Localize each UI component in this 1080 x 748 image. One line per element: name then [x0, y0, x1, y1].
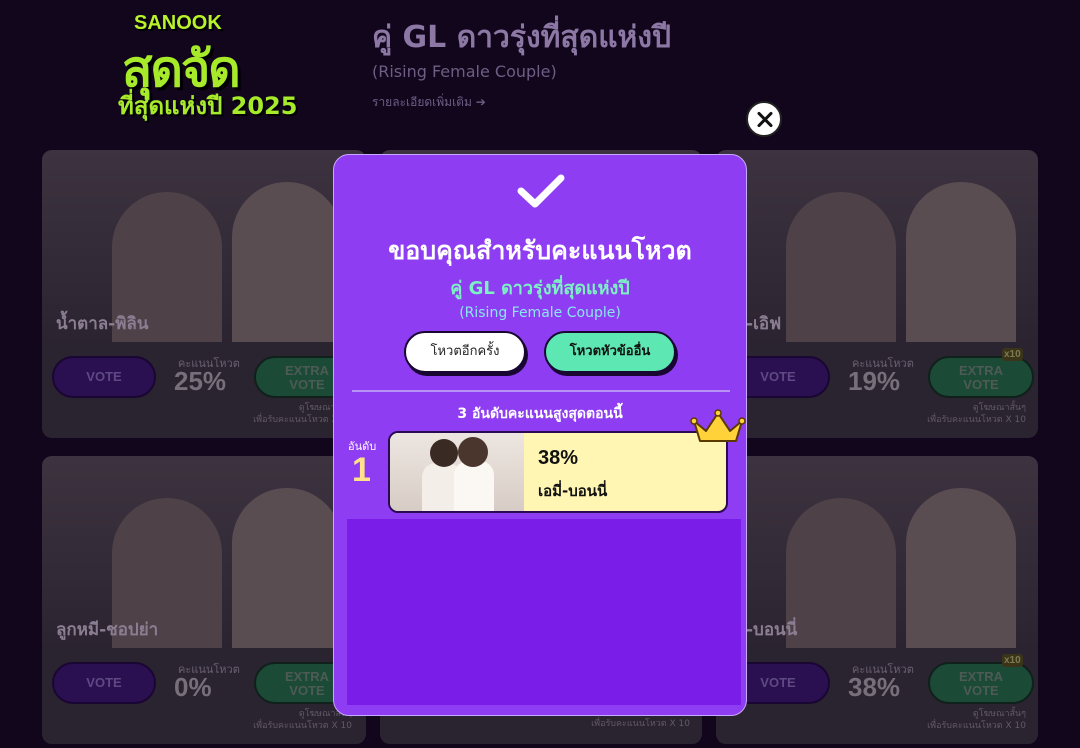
candidate-name: -เอิฟ: [746, 314, 782, 334]
extra-vote-button[interactable]: EXTRA VOTE: [928, 662, 1034, 704]
candidate-name: -บอนนี่: [746, 620, 798, 640]
logo-subtitle: ที่สุดแห่งปี 2025: [118, 92, 298, 120]
leader-card: 38% เอมี่-บอนนี่: [388, 431, 728, 513]
vote-percent: 19%: [848, 366, 901, 396]
x10-badge: x10: [1002, 654, 1023, 667]
vote-success-modal: ขอบคุณสำหรับคะแนนโหวต คู่ GL ดาวรุ่งที่ส…: [333, 154, 747, 716]
extra-vote-note: ดูโฆษณาสั้นๆ เพื่อรับคะแนนโหวต X 10: [927, 709, 1026, 731]
crown-icon: [690, 409, 746, 442]
x10-badge: x10: [1002, 348, 1023, 361]
rank-number: 1: [352, 451, 371, 489]
modal-category: คู่ GL ดาวรุ่งที่สุดแห่งปี: [450, 278, 630, 299]
vote-button[interactable]: VOTE: [52, 356, 156, 398]
vote-again-button[interactable]: โหวตอีกครั้ง: [404, 331, 526, 373]
leader-name: เอมี่-บอนนี่: [538, 482, 608, 500]
modal-title: ขอบคุณสำหรับคะแนนโหวต: [388, 236, 692, 265]
extra-vote-button[interactable]: EXTRA VOTE: [928, 356, 1034, 398]
leader-percent: 38%: [538, 447, 579, 469]
ad-placeholder: [347, 519, 741, 705]
modal-category-en: (Rising Female Couple): [459, 305, 621, 321]
extra-vote-note: เพื่อรับคะแนนโหวต X 10: [591, 719, 690, 729]
vote-other-category-button[interactable]: โหวตหัวข้ออื่น: [544, 331, 676, 373]
vote-percent: 38%: [848, 672, 901, 702]
sanook-logo: SANOOK สุดจัด ที่สุดแห่งปี 2025: [110, 10, 300, 120]
details-link[interactable]: รายละเอียดเพิ่มเติม ➔: [372, 93, 486, 112]
extra-vote-note: ดูโฆษณาสั้นๆ เพื่อรับคะแนนโหวต X 10: [927, 403, 1026, 425]
vote-button[interactable]: VOTE: [52, 662, 156, 704]
divider: [352, 390, 730, 392]
category-title: คู่ GL ดาวรุ่งที่สุดแห่งปี: [372, 20, 672, 55]
category-subtitle: (Rising Female Couple): [372, 62, 557, 81]
candidate-card: ลูกหมี-ชอปย่า VOTE คะแนนโหวต 0% EXTRA VOT…: [42, 456, 366, 744]
candidate-card: น้ำตาล-พิลิน VOTE คะแนนโหวต 25% EXTRA VOT…: [42, 150, 366, 438]
vote-percent: 0%: [174, 672, 212, 702]
candidate-card: -บอนนี่ VOTE คะแนนโหวต 38% EXTRA VOTE x10…: [716, 456, 1038, 744]
vote-percent: 25%: [174, 366, 227, 396]
candidate-card: -เอิฟ VOTE คะแนนโหวต 19% EXTRA VOTE x10 ด…: [716, 150, 1038, 438]
candidate-name: ลูกหมี-ชอปย่า: [56, 620, 159, 640]
extra-vote-note: ดูโฆษณาสั้นๆ เพื่อรับคะแนนโหวต X 10: [253, 709, 352, 731]
checkmark-icon: [517, 174, 565, 208]
leader-photo: [390, 433, 524, 511]
candidate-name: น้ำตาล-พิลิน: [56, 314, 149, 334]
close-icon[interactable]: [746, 101, 782, 137]
top3-heading: 3 อันดับคะแนนสูงสุดตอนนี้: [457, 406, 623, 422]
